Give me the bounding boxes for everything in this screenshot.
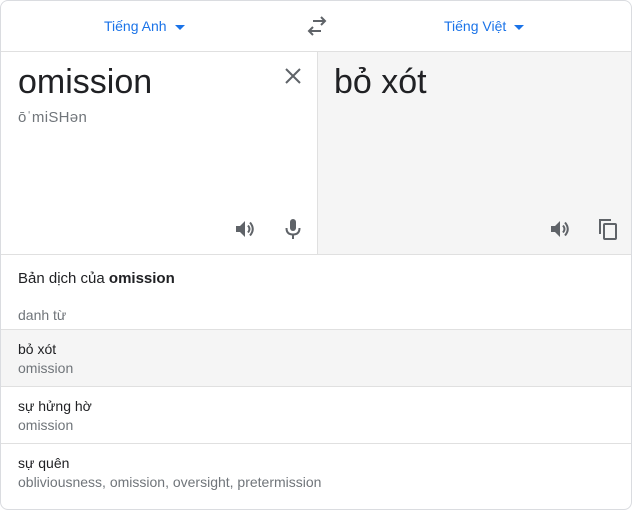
- swap-icon: [307, 16, 327, 36]
- translate-card: Tiếng Anh Tiếng Việt omission ōˈmiSHən b…: [0, 0, 632, 510]
- target-language-label: Tiếng Việt: [444, 18, 507, 34]
- language-bar: Tiếng Anh Tiếng Việt: [1, 1, 631, 52]
- source-pane: omission ōˈmiSHən: [1, 52, 316, 254]
- source-text[interactable]: omission: [18, 63, 152, 102]
- dictionary-title: Bản dịch của omission: [18, 270, 175, 287]
- dictionary-entry[interactable]: bỏ xót omission: [1, 329, 631, 386]
- entry-term: bỏ xót: [18, 341, 57, 357]
- entry-synonyms: omission: [18, 417, 74, 433]
- dictionary-entry[interactable]: sự hửng hờ omission: [1, 386, 631, 443]
- dictionary-title-prefix: Bản dịch của: [18, 270, 109, 287]
- voice-input-button[interactable]: [279, 215, 307, 243]
- entry-synonyms: omission: [18, 360, 74, 376]
- source-language-label: Tiếng Anh: [104, 18, 167, 34]
- mic-icon: [285, 219, 301, 239]
- dictionary-title-word: omission: [108, 270, 175, 287]
- translation-panes: omission ōˈmiSHən bỏ xót: [1, 52, 631, 255]
- copy-icon: [599, 219, 617, 240]
- listen-target-button[interactable]: [546, 215, 574, 243]
- target-pane: bỏ xót: [317, 52, 631, 254]
- translated-text: bỏ xót: [334, 63, 427, 101]
- part-of-speech: danh từ: [18, 307, 67, 323]
- speaker-icon: [551, 221, 569, 237]
- chevron-down-icon: [174, 24, 185, 30]
- close-icon: [285, 68, 301, 84]
- entry-term: sự hửng hờ: [18, 398, 92, 414]
- clear-source-button[interactable]: [279, 62, 307, 90]
- dictionary-entry[interactable]: sự quên obliviousness, omission, oversig…: [1, 443, 631, 500]
- entry-term: sự quên: [18, 455, 70, 471]
- entry-synonyms: obliviousness, omission, oversight, pret…: [18, 474, 322, 490]
- target-language-selector[interactable]: Tiếng Việt: [444, 18, 525, 34]
- copy-translation-button[interactable]: [594, 215, 622, 243]
- swap-languages-button[interactable]: [303, 15, 331, 39]
- listen-source-button[interactable]: [231, 215, 259, 243]
- chevron-down-icon: [514, 24, 525, 30]
- source-phonetic: ōˈmiSHən: [18, 109, 88, 126]
- source-language-selector[interactable]: Tiếng Anh: [104, 18, 185, 34]
- speaker-icon: [236, 221, 254, 237]
